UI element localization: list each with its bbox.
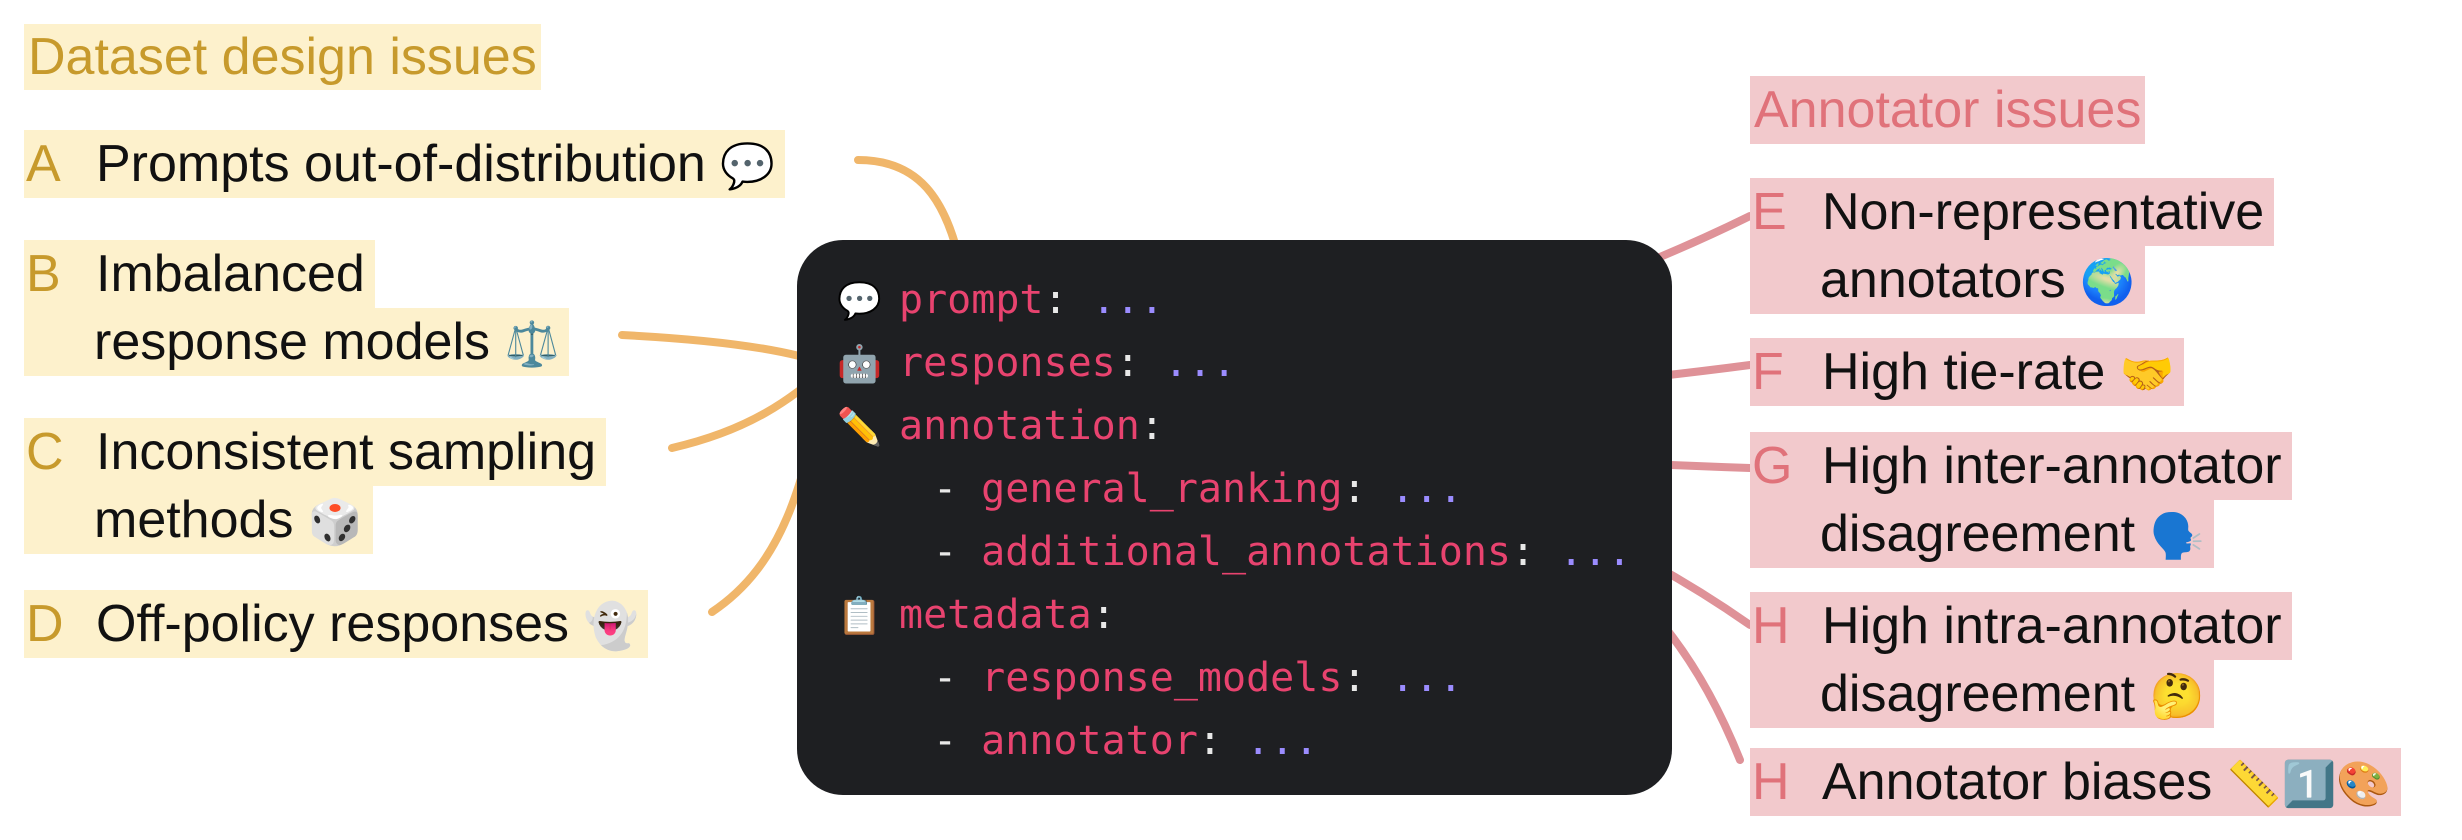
issue-text-line-2: annotators (1820, 251, 2066, 309)
issue-letter: E (1752, 183, 1787, 241)
speech-bubble-icon: 💬 (837, 281, 882, 322)
thinking-face-icon: 🤔 (2149, 671, 2205, 722)
issue-text-line-1: High intra-annotator (1822, 597, 2282, 655)
dice-icon: 🎲 (307, 497, 363, 548)
issue-h-annotator-biases: H Annotator biases 📏1️⃣🎨 (1750, 748, 2402, 816)
code-key: annotator (981, 718, 1198, 764)
issue-letter: B (26, 245, 61, 303)
issue-b-imbalanced-response-models: B Imbalanced response models ⚖️ (24, 240, 570, 376)
code-line-annotator: - annotator: ... (933, 718, 1319, 764)
issue-h-intra-annotator-disagreement: H High intra-annotator disagreement 🤔 (1750, 592, 2292, 728)
issue-letter: G (1752, 437, 1793, 495)
issue-text-line-2: response models (94, 313, 490, 371)
code-key: general_ranking (981, 466, 1343, 512)
code-key: response_models (981, 655, 1343, 701)
issue-e-non-representative-annotators: E Non-representative annotators 🌍 (1750, 178, 2275, 314)
issue-text-line-2: disagreement (1820, 505, 2136, 563)
issue-letter: A (26, 135, 61, 193)
code-line-response-models: - response_models: ... (933, 655, 1463, 701)
issue-letter: H (1752, 753, 1790, 811)
issue-text: Prompts out-of-distribution (96, 135, 706, 193)
code-key: annotation (899, 403, 1140, 449)
issue-text-line-2: methods (94, 491, 294, 549)
globe-icon: 🌍 (2080, 257, 2135, 308)
code-line-prompt: 💬 prompt: ... (837, 272, 1164, 328)
code-key: additional_annotations (981, 529, 1511, 575)
code-line-responses: 🤖 responses: ... (837, 335, 1236, 391)
handshake-icon: 🤝 (2119, 349, 2175, 400)
dataset-design-issues-title: Dataset design issues (24, 24, 541, 90)
clipboard-icon: 📋 (837, 596, 882, 637)
issue-text-line-1: Imbalanced (96, 245, 365, 303)
ruler-keycap-palette-icon: 📏1️⃣🎨 (2226, 759, 2392, 810)
robot-icon: 🤖 (837, 344, 882, 385)
issue-letter: F (1752, 343, 1784, 401)
issue-text-line-1: Non-representative (1822, 183, 2265, 241)
issue-g-inter-annotator-disagreement: G High inter-annotator disagreement 🗣️ (1750, 432, 2292, 568)
dataset-schema-panel: 💬 prompt: ... 🤖 responses: ... ✏️ annotatio… (797, 240, 1672, 795)
scales-icon: ⚖️ (504, 319, 560, 370)
issue-text-line-2: disagreement (1820, 665, 2136, 723)
code-line-additional-annotations: - additional_annotations: ... (933, 529, 1632, 575)
code-line-general-ranking: - general_ranking: ... (933, 466, 1463, 512)
issue-a-prompts-ood: A Prompts out-of-distribution 💬 (24, 130, 786, 198)
issue-f-high-tie-rate: F High tie-rate 🤝 (1750, 338, 2185, 406)
code-line-metadata: 📋 metadata: (837, 587, 1116, 643)
issue-text: Off-policy responses (96, 595, 570, 653)
annotator-issues-title: Annotator issues (1750, 76, 2146, 144)
ghost-icon: 👻 (583, 601, 639, 652)
pencil-icon: ✏️ (837, 407, 882, 448)
speaking-head-icon: 🗣️ (2149, 511, 2205, 562)
issue-text-line-1: Inconsistent sampling (96, 423, 597, 481)
issue-text-line-1: High inter-annotator (1822, 437, 2282, 495)
code-key: responses (899, 340, 1116, 386)
issue-letter: C (26, 423, 64, 481)
issue-text: High tie-rate (1822, 343, 2106, 401)
speech-bubble-icon: 💬 (720, 141, 776, 192)
issue-letter: H (1752, 597, 1790, 655)
code-key: metadata (899, 592, 1092, 638)
code-key: prompt (899, 277, 1044, 323)
code-line-annotation: ✏️ annotation: (837, 398, 1164, 454)
issue-c-inconsistent-sampling: C Inconsistent sampling methods 🎲 (24, 418, 607, 554)
issue-text: Annotator biases (1822, 753, 2213, 811)
issue-letter: D (26, 595, 64, 653)
issue-d-off-policy: D Off-policy responses 👻 (24, 590, 649, 658)
